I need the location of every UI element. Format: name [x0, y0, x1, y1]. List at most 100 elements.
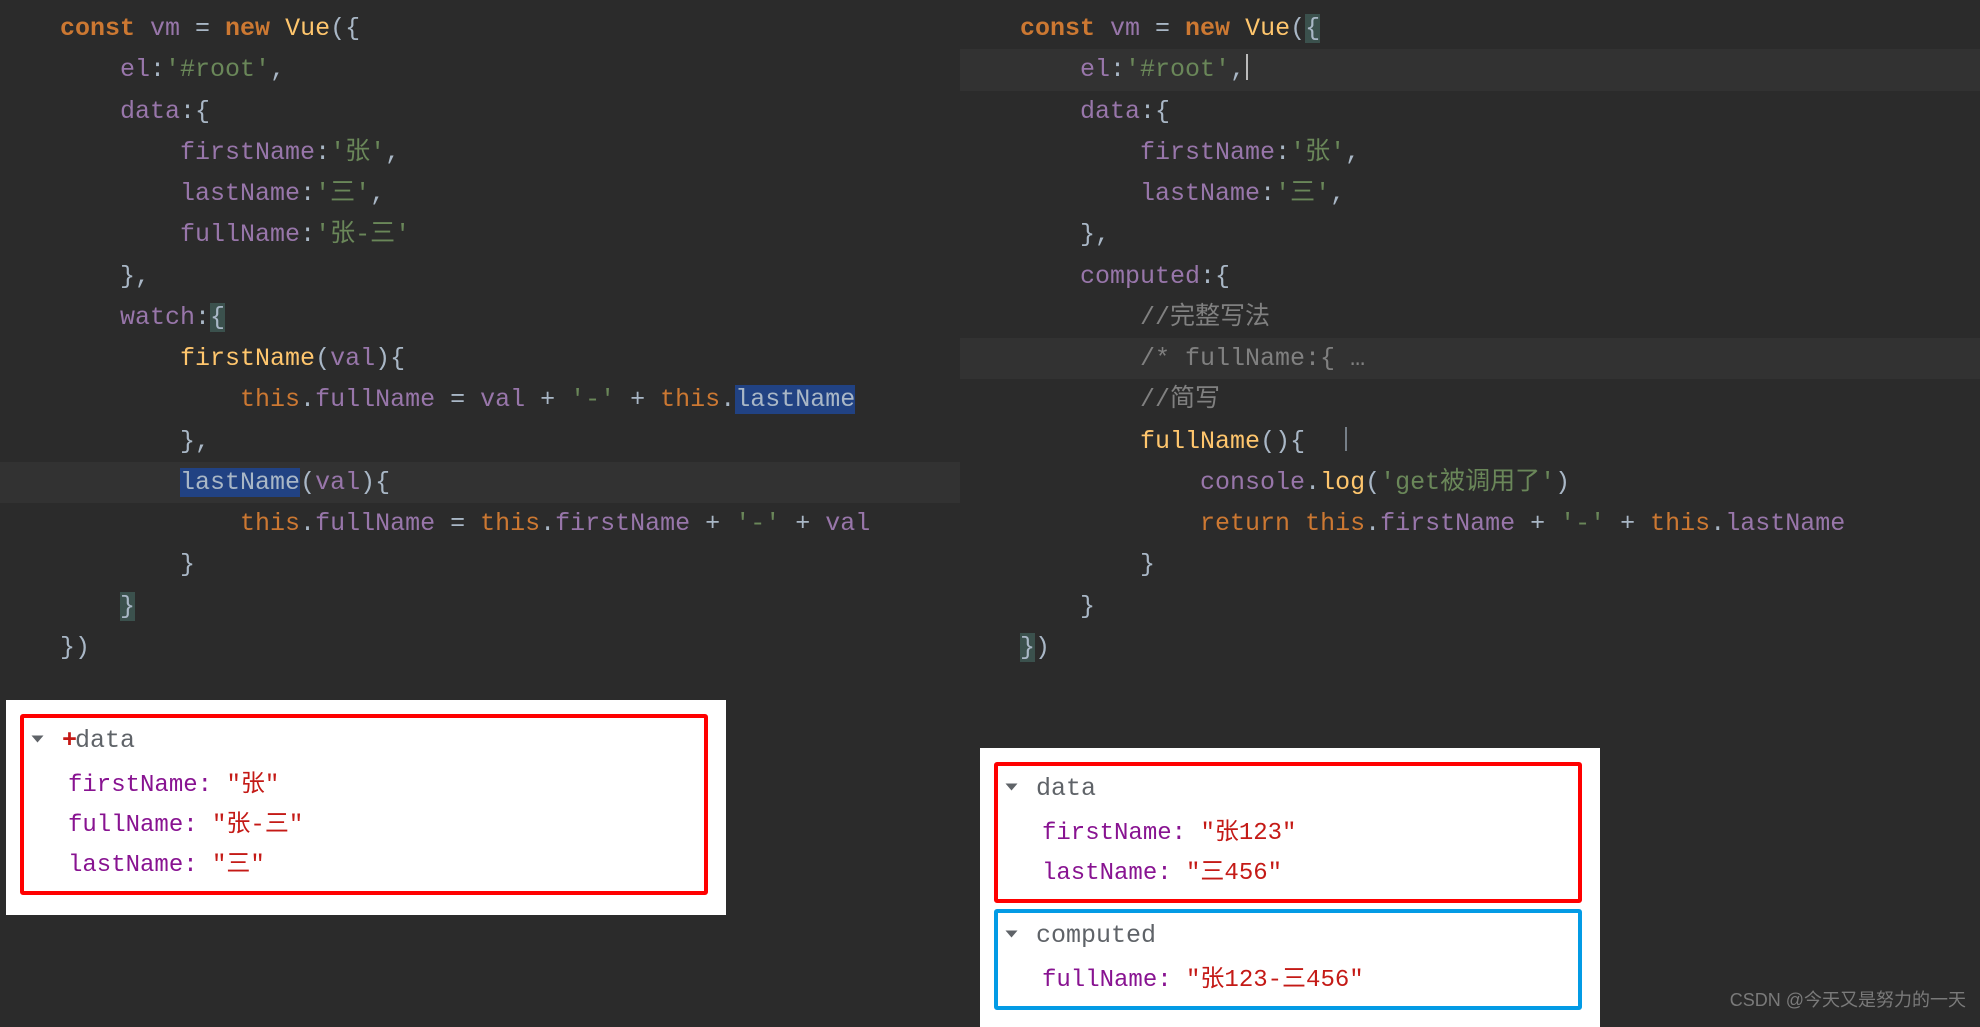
token-punc: )	[1555, 468, 1570, 497]
token-punc	[1020, 262, 1080, 291]
token-bracket-hl: {	[210, 303, 225, 332]
code-line[interactable]: })	[0, 627, 960, 668]
token-bracket-hl: {	[1305, 14, 1320, 43]
code-line[interactable]: }	[0, 544, 960, 585]
code-line[interactable]: firstName:'张',	[960, 132, 1980, 173]
token-punc: .	[720, 385, 735, 414]
token-punc: +	[525, 385, 570, 414]
token-punc	[1020, 55, 1080, 84]
token-prop: watch	[120, 303, 195, 332]
token-str: '张'	[330, 138, 385, 167]
code-line[interactable]: this.fullName = this.firstName + '-' + v…	[0, 503, 960, 544]
code-line[interactable]: },	[0, 421, 960, 462]
code-line[interactable]: data:{	[0, 91, 960, 132]
code-line[interactable]: firstName:'张',	[0, 132, 960, 173]
code-line[interactable]: watch:{	[0, 297, 960, 338]
token-prop: lastName	[180, 179, 300, 208]
code-line[interactable]: },	[0, 256, 960, 297]
token-punc: .	[300, 509, 315, 538]
token-punc	[60, 220, 180, 249]
token-punc: :	[300, 220, 315, 249]
token-punc: :	[150, 55, 165, 84]
code-line[interactable]: lastName:'三',	[960, 173, 1980, 214]
disclosure-triangle-icon[interactable]	[32, 736, 44, 743]
code-line[interactable]: fullName(){	[960, 421, 1980, 462]
code-line[interactable]: lastName:'三',	[0, 173, 960, 214]
token-punc: (	[1365, 468, 1380, 497]
token-var: vm	[150, 14, 180, 43]
token-punc	[60, 303, 120, 332]
token-punc: =	[435, 385, 480, 414]
token-punc: ){	[375, 344, 405, 373]
code-line[interactable]: }	[0, 586, 960, 627]
code-line[interactable]: //简写	[960, 379, 1980, 420]
property-key: lastName:	[1042, 860, 1186, 887]
code-line[interactable]: lastName(val){	[0, 462, 960, 503]
token-punc: (	[300, 468, 315, 497]
token-punc	[1020, 179, 1140, 208]
devtools-panel-right: data firstName: "张123"lastName: "三456" c…	[980, 748, 1600, 1027]
token-punc: =	[180, 14, 225, 43]
token-punc: :{	[180, 97, 210, 126]
property-row[interactable]: firstName: "张"	[34, 763, 692, 799]
property-row[interactable]: lastName: "三456"	[1008, 851, 1566, 887]
code-line[interactable]: /* fullName:{ …	[960, 338, 1980, 379]
token-kw: new	[225, 14, 285, 43]
token-var: val	[825, 509, 870, 538]
token-punc: ({	[330, 14, 360, 43]
code-line[interactable]: data:{	[960, 91, 1980, 132]
token-prop: data	[1080, 97, 1140, 126]
property-key: fullName:	[68, 812, 212, 839]
code-line[interactable]: })	[960, 627, 1980, 668]
code-pane-right[interactable]: const vm = new Vue({ el:'#root', data:{ …	[960, 0, 1980, 668]
token-punc: },	[60, 427, 210, 456]
token-fn: Vue	[285, 14, 330, 43]
token-prop: el	[1080, 55, 1110, 84]
token-punc: =	[435, 509, 480, 538]
token-kw2: this	[240, 385, 300, 414]
token-punc	[60, 97, 120, 126]
token-str: '-'	[1560, 509, 1605, 538]
code-line[interactable]: console.log('get被调用了')	[960, 462, 1980, 503]
code-line[interactable]: el:'#root',	[960, 49, 1980, 90]
code-line[interactable]: firstName(val){	[0, 338, 960, 379]
code-line[interactable]: const vm = new Vue({	[0, 8, 960, 49]
token-punc: ,	[1230, 55, 1245, 84]
property-value: "张123-三456"	[1186, 967, 1364, 994]
token-punc: :	[300, 179, 315, 208]
property-row[interactable]: lastName: "三"	[34, 843, 692, 879]
code-pane-left[interactable]: const vm = new Vue({ el:'#root', data:{ …	[0, 0, 960, 668]
token-punc: +	[780, 509, 825, 538]
code-line[interactable]: //完整写法	[960, 297, 1980, 338]
token-punc: (	[315, 344, 330, 373]
code-line[interactable]: }	[960, 544, 1980, 585]
data-section-right: data firstName: "张123"lastName: "三456"	[994, 762, 1582, 903]
token-punc: :	[1260, 179, 1275, 208]
code-line[interactable]: }	[960, 586, 1980, 627]
token-prop: firstName	[555, 509, 690, 538]
property-row[interactable]: firstName: "张123"	[1008, 811, 1566, 847]
token-bracket-hl: }	[1020, 633, 1035, 662]
disclosure-triangle-icon[interactable]	[1006, 784, 1018, 791]
code-line[interactable]: computed:{	[960, 256, 1980, 297]
property-value: "三456"	[1186, 860, 1282, 887]
token-punc: }	[1020, 592, 1095, 621]
disclosure-triangle-icon[interactable]	[1006, 931, 1018, 938]
token-punc: +	[690, 509, 735, 538]
token-str: '#root'	[1125, 55, 1230, 84]
token-punc: .	[1305, 468, 1320, 497]
token-kw2: this	[1305, 509, 1365, 538]
property-row[interactable]: fullName: "张123-三456"	[1008, 958, 1566, 994]
token-punc: +	[1605, 509, 1650, 538]
property-row[interactable]: fullName: "张-三"	[34, 803, 692, 839]
property-key: firstName:	[68, 772, 226, 799]
code-line[interactable]: return this.firstName + '-' + this.lastN…	[960, 503, 1980, 544]
token-var: val	[480, 385, 525, 414]
code-line[interactable]: this.fullName = val + '-' + this.lastNam…	[0, 379, 960, 420]
code-line[interactable]: },	[960, 214, 1980, 255]
code-line[interactable]: el:'#root',	[0, 49, 960, 90]
token-bracket-hl: }	[120, 592, 135, 621]
code-line[interactable]: const vm = new Vue({	[960, 8, 1980, 49]
token-prop: fullName	[315, 509, 435, 538]
code-line[interactable]: fullName:'张-三'	[0, 214, 960, 255]
